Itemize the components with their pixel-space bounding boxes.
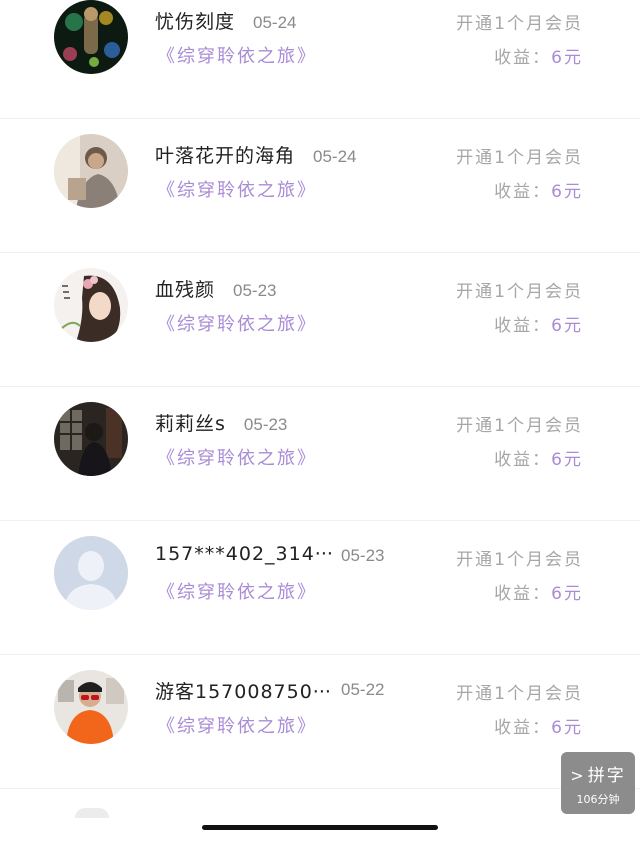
earnings-label: 收益：	[494, 718, 552, 738]
earnings-label: 收益：	[494, 450, 552, 470]
earnings-label: 收益：	[494, 316, 552, 336]
name-ellipsis: ···	[314, 543, 333, 565]
list-item[interactable]: 莉莉丝s 05-23 《综穿聆依之旅》 开通1个月会员 收益：6元	[0, 387, 640, 521]
name-line: 游客157008750 ··· 05-22	[155, 677, 384, 704]
default-user-avatar-icon	[54, 536, 128, 610]
earnings: 收益：6元	[494, 43, 583, 68]
name-line: 157***402_314 ··· 05-23	[155, 543, 384, 565]
avatar[interactable]	[54, 670, 128, 744]
earnings-amount: 6元	[551, 718, 583, 738]
record-date: 05-24	[313, 147, 357, 166]
membership-status: 开通1个月会员	[456, 14, 583, 34]
sepia-portrait-avatar-icon	[54, 134, 128, 208]
name-ellipsis: ···	[312, 681, 331, 703]
book-title-link[interactable]: 《综穿聆依之旅》	[157, 176, 317, 202]
earnings: 收益：6元	[494, 579, 583, 604]
earnings-label: 收益：	[494, 584, 552, 604]
avatar[interactable]	[54, 268, 128, 342]
book-title-link[interactable]: 《综穿聆依之旅》	[157, 42, 317, 68]
record-date: 05-23	[341, 546, 385, 565]
avatar[interactable]	[54, 402, 128, 476]
user-name: 叶落花开的海角	[155, 145, 296, 167]
avatar[interactable]	[54, 0, 128, 74]
membership-status: 开通1个月会员	[456, 148, 583, 168]
membership-status: 开通1个月会员	[456, 282, 583, 302]
dark-flowers-avatar-icon	[54, 0, 128, 74]
list-item[interactable]: 忧伤刻度 05-24 《综穿聆依之旅》 开通1个月会员 收益：6元	[0, 0, 640, 119]
record-date: 05-23	[233, 281, 277, 300]
floating-button-text: 拼字	[587, 766, 626, 786]
record-date: 05-22	[341, 680, 385, 699]
record-date: 05-23	[243, 415, 288, 434]
list-item[interactable]: 157***402_314 ··· 05-23 《综穿聆依之旅》 开通1个月会员 …	[0, 521, 640, 655]
list-item[interactable]: 血残颜 05-23 《综穿聆依之旅》 开通1个月会员 收益：6元	[0, 253, 640, 387]
name-line: 忧伤刻度 05-24	[155, 7, 297, 34]
earnings: 收益：6元	[494, 311, 583, 336]
membership-status: 开通1个月会员	[456, 684, 583, 704]
book-title-link[interactable]: 《综穿聆依之旅》	[157, 444, 317, 470]
floating-button-sublabel: 106分钟	[576, 793, 620, 806]
earnings-amount: 6元	[551, 450, 583, 470]
next-avatar-partial	[75, 808, 109, 818]
name-line: 叶落花开的海角 05-24	[155, 141, 357, 168]
screen: 忧伤刻度 05-24 《综穿聆依之旅》 开通1个月会员 收益：6元 叶落花开的海…	[0, 0, 640, 842]
list-item[interactable]: 叶落花开的海角 05-24 《综穿聆依之旅》 开通1个月会员 收益：6元	[0, 119, 640, 253]
earnings-amount: 6元	[551, 316, 583, 336]
user-name: 莉莉丝s	[155, 413, 226, 435]
dark-room-avatar-icon	[54, 402, 128, 476]
floating-reading-button[interactable]: > 拼字 106分钟	[561, 752, 635, 814]
name-line: 血残颜 05-23	[155, 275, 277, 302]
membership-status: 开通1个月会员	[456, 550, 583, 570]
list-item[interactable]: 游客157008750 ··· 05-22 《综穿聆依之旅》 开通1个月会员 收益…	[0, 655, 640, 789]
chevron-right-icon: >	[570, 766, 586, 785]
name-line: 莉莉丝s 05-23	[155, 409, 287, 436]
membership-status: 开通1个月会员	[456, 416, 583, 436]
user-name: 游客157008750	[155, 681, 313, 703]
earnings-label: 收益：	[494, 48, 552, 68]
user-name: 血残颜	[155, 279, 216, 301]
red-shirt-photo-avatar-icon	[54, 670, 128, 744]
earnings-amount: 6元	[551, 48, 583, 68]
home-indicator[interactable]	[202, 825, 438, 830]
avatar[interactable]	[54, 134, 128, 208]
earnings: 收益：6元	[494, 445, 583, 470]
floating-button-label: > 拼字	[561, 761, 635, 786]
anime-girl-avatar-icon	[54, 268, 128, 342]
user-name: 157***402_314	[155, 543, 315, 565]
book-title-link[interactable]: 《综穿聆依之旅》	[157, 578, 317, 604]
earnings-amount: 6元	[551, 182, 583, 202]
earnings-amount: 6元	[551, 584, 583, 604]
earnings: 收益：6元	[494, 713, 583, 738]
earnings-list: 忧伤刻度 05-24 《综穿聆依之旅》 开通1个月会员 收益：6元 叶落花开的海…	[0, 0, 640, 789]
book-title-link[interactable]: 《综穿聆依之旅》	[157, 310, 317, 336]
book-title-link[interactable]: 《综穿聆依之旅》	[157, 712, 317, 738]
earnings-label: 收益：	[494, 182, 552, 202]
record-date: 05-24	[253, 13, 297, 32]
earnings: 收益：6元	[494, 177, 583, 202]
user-name: 忧伤刻度	[155, 11, 236, 33]
avatar[interactable]	[54, 536, 128, 610]
